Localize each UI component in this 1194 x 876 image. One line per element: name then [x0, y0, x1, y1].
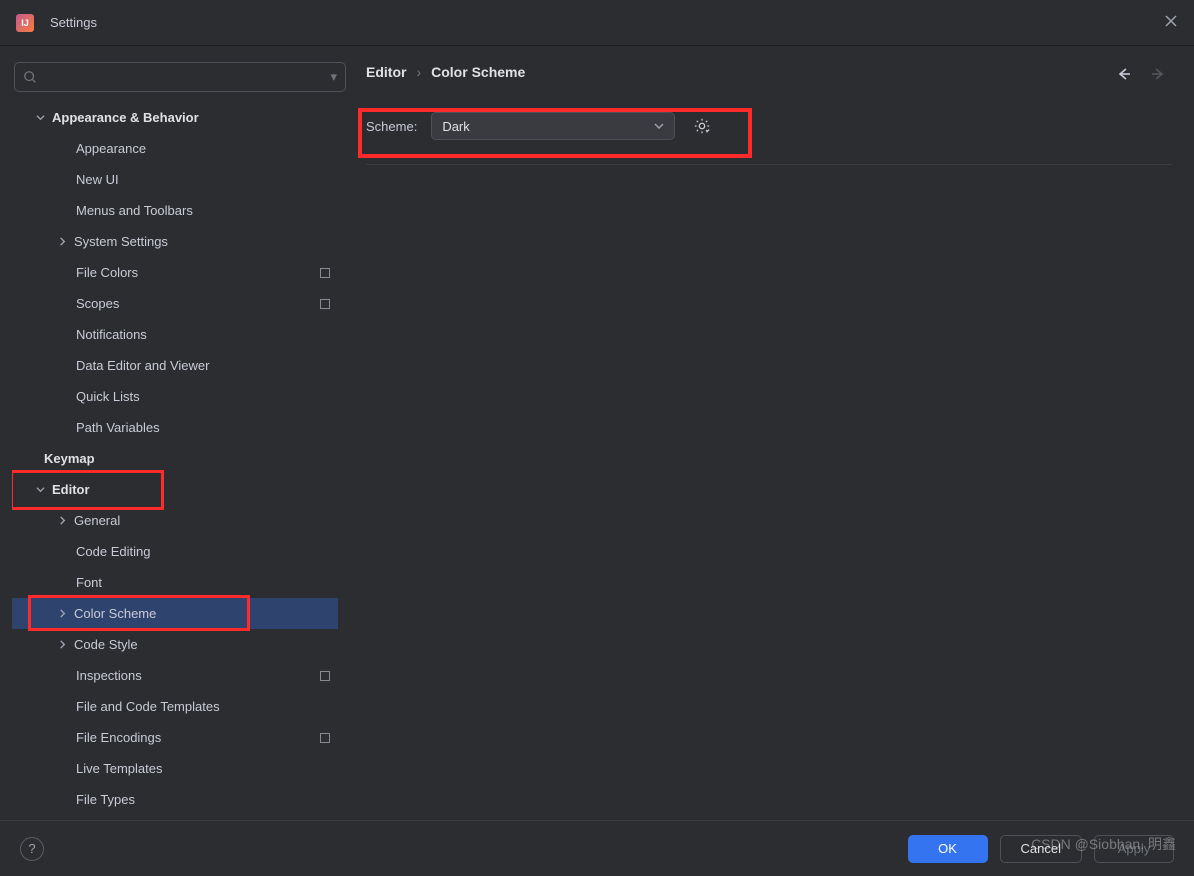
- tree-item-file-types[interactable]: File Types: [12, 784, 338, 815]
- tree-item-label: Menus and Toolbars: [76, 203, 193, 218]
- tree-item-label: Live Templates: [76, 761, 162, 776]
- tree-item-general[interactable]: General: [12, 505, 338, 536]
- tree-item-label: Notifications: [76, 327, 147, 342]
- tree-item-label: Keymap: [44, 451, 95, 466]
- help-button[interactable]: ?: [20, 837, 44, 861]
- tree-item-label: Quick Lists: [76, 389, 140, 404]
- project-level-icon: [320, 671, 330, 681]
- tree-item-system-settings[interactable]: System Settings: [12, 226, 338, 257]
- cancel-button[interactable]: Cancel: [1000, 835, 1082, 863]
- tree-item-file-and-code-templates[interactable]: File and Code Templates: [12, 691, 338, 722]
- dialog-footer: ? OK Cancel Apply: [0, 820, 1194, 876]
- tree-item-label: File Colors: [76, 265, 138, 280]
- tree-item-notifications[interactable]: Notifications: [12, 319, 338, 350]
- tree-item-new-ui[interactable]: New UI: [12, 164, 338, 195]
- project-level-icon: [320, 299, 330, 309]
- tree-item-label: Code Style: [74, 637, 138, 652]
- tree-item-code-style[interactable]: Code Style: [12, 629, 338, 660]
- tree-item-quick-lists[interactable]: Quick Lists: [12, 381, 338, 412]
- tree-item-font[interactable]: Font: [12, 567, 338, 598]
- tree-item-appearance-behavior[interactable]: Appearance & Behavior: [12, 102, 338, 133]
- tree-item-scopes[interactable]: Scopes: [12, 288, 338, 319]
- tree-item-label: Path Variables: [76, 420, 160, 435]
- ok-button[interactable]: OK: [908, 835, 988, 863]
- breadcrumb: Editor › Color Scheme: [366, 64, 1172, 80]
- expand-chevron[interactable]: [56, 640, 68, 649]
- tree-item-code-editing[interactable]: Code Editing: [12, 536, 338, 567]
- search-icon: [23, 70, 37, 84]
- tree-item-label: Scopes: [76, 296, 119, 311]
- search-input-wrap[interactable]: ▾: [14, 62, 346, 92]
- tree-item-file-colors[interactable]: File Colors: [12, 257, 338, 288]
- chevron-right-icon: [58, 237, 67, 246]
- expand-chevron[interactable]: [56, 609, 68, 618]
- chevron-right-icon: [58, 609, 67, 618]
- chevron-down-icon: [36, 113, 45, 122]
- project-level-icon: [320, 733, 330, 743]
- chevron-right-icon: [58, 516, 67, 525]
- window-title: Settings: [50, 15, 97, 30]
- arrow-left-icon: [1116, 66, 1132, 82]
- tree-item-appearance[interactable]: Appearance: [12, 133, 338, 164]
- tree-item-path-variables[interactable]: Path Variables: [12, 412, 338, 443]
- search-input[interactable]: [43, 70, 326, 85]
- chevron-right-icon: [58, 640, 67, 649]
- tree-item-label: New UI: [76, 172, 119, 187]
- settings-main: Editor › Color Scheme Scheme: Dark: [348, 46, 1194, 820]
- expand-chevron[interactable]: [34, 113, 46, 122]
- arrow-right-icon: [1150, 66, 1166, 82]
- app-icon: IJ: [16, 14, 34, 32]
- tree-item-label: File and Code Templates: [76, 699, 220, 714]
- tree-item-label: System Settings: [74, 234, 168, 249]
- tree-item-label: Font: [76, 575, 102, 590]
- tree-item-label: Data Editor and Viewer: [76, 358, 209, 373]
- tree-item-editor[interactable]: Editor: [12, 474, 338, 505]
- tree-item-label: Appearance & Behavior: [52, 110, 199, 125]
- project-level-icon: [320, 268, 330, 278]
- apply-button[interactable]: Apply: [1094, 835, 1174, 863]
- nav-back-button[interactable]: [1116, 66, 1132, 85]
- tree-item-inspections[interactable]: Inspections: [12, 660, 338, 691]
- titlebar: IJ Settings: [0, 0, 1194, 46]
- breadcrumb-editor[interactable]: Editor: [366, 64, 406, 80]
- settings-sidebar: ▾ Appearance & Behavior Appearance New UI M…: [0, 46, 348, 820]
- chevron-down-icon: [36, 485, 45, 494]
- tree-item-label: Inspections: [76, 668, 142, 683]
- tree-item-label: Code Editing: [76, 544, 150, 559]
- tree-item-label: General: [74, 513, 120, 528]
- expand-chevron[interactable]: [56, 237, 68, 246]
- tree-item-file-encodings[interactable]: File Encodings: [12, 722, 338, 753]
- close-button[interactable]: [1164, 14, 1178, 31]
- tree-item-data-editor-and-viewer[interactable]: Data Editor and Viewer: [12, 350, 338, 381]
- search-dropdown-icon[interactable]: ▾: [330, 69, 337, 85]
- settings-tree[interactable]: Appearance & Behavior Appearance New UI Men…: [12, 102, 348, 820]
- expand-chevron[interactable]: [56, 516, 68, 525]
- tree-item-color-scheme[interactable]: Color Scheme: [12, 598, 338, 629]
- nav-forward-button: [1150, 66, 1166, 85]
- tree-item-menus-and-toolbars[interactable]: Menus and Toolbars: [12, 195, 338, 226]
- tree-item-label: File Encodings: [76, 730, 161, 745]
- tree-item-keymap[interactable]: Keymap: [12, 443, 338, 474]
- breadcrumb-color-scheme: Color Scheme: [431, 64, 525, 80]
- breadcrumb-sep: ›: [416, 64, 421, 80]
- close-icon: [1164, 14, 1178, 28]
- tree-item-label: Color Scheme: [74, 606, 156, 621]
- tree-item-label: Appearance: [76, 141, 146, 156]
- highlight-scheme: [358, 108, 752, 158]
- expand-chevron[interactable]: [34, 485, 46, 494]
- tree-item-label: Editor: [52, 482, 90, 497]
- tree-item-label: File Types: [76, 792, 135, 807]
- tree-item-live-templates[interactable]: Live Templates: [12, 753, 338, 784]
